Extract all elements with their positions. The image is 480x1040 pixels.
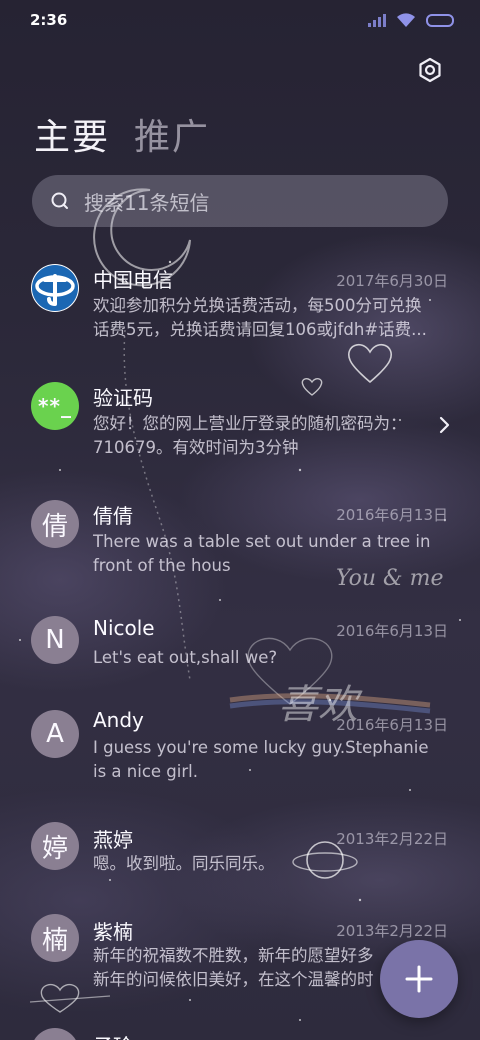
signal-icon xyxy=(368,13,386,27)
chevron-right-icon[interactable] xyxy=(438,416,450,434)
message-date: 2016年6月13日 xyxy=(336,506,448,524)
contact-name: 子珍 xyxy=(93,1030,133,1040)
message-date: 2013年2月22日 xyxy=(336,830,448,848)
message-preview: There was a table set out under a tree i… xyxy=(93,530,449,578)
contact-name: 验证码 xyxy=(93,386,153,410)
avatar: 楠 xyxy=(31,914,79,962)
list-item[interactable]: N Nicole 2016年6月13日 Let's eat out,shall … xyxy=(0,612,480,692)
contact-name: Nicole xyxy=(93,616,155,640)
avatar: 婷 xyxy=(31,822,79,870)
list-item[interactable]: 婷 燕婷 2013年2月22日 嗯。收到啦。同乐同乐。 xyxy=(0,822,480,902)
plus-icon xyxy=(405,965,433,993)
list-item[interactable]: 子珍 xyxy=(0,1028,480,1040)
avatar xyxy=(31,1028,79,1040)
message-date: 2013年2月22日 xyxy=(336,922,448,940)
search-icon xyxy=(51,192,68,209)
tab-promotions[interactable]: 推广 xyxy=(134,108,210,160)
tab-bar: 主要 推广 xyxy=(34,108,210,160)
avatar xyxy=(31,264,79,312)
status-time: 2:36 xyxy=(30,11,68,29)
search-input[interactable]: 搜索11条短信 xyxy=(84,187,209,216)
tab-primary[interactable]: 主要 xyxy=(34,108,110,160)
preview-line: 欢迎参加积分兑换话费活动，每500分可兑换 xyxy=(93,296,422,315)
list-item[interactable]: A Andy 2016年6月13日 I guess you're some lu… xyxy=(0,706,480,806)
contact-name: 燕婷 xyxy=(93,828,133,852)
message-preview: 嗯。收到啦。同乐同乐。 xyxy=(93,852,449,876)
battery-icon xyxy=(426,13,454,27)
list-item[interactable]: 中国电信 2017年6月30日 欢迎参加积分兑换话费活动，每500分可兑换 话费… xyxy=(0,260,480,360)
message-date: 2016年6月13日 xyxy=(336,716,448,734)
avatar: A xyxy=(31,710,79,758)
contact-name: 中国电信 xyxy=(93,268,173,292)
compose-button[interactable] xyxy=(380,940,458,1018)
status-bar: 2:36 xyxy=(0,0,480,40)
contact-name: 紫楠 xyxy=(93,920,133,944)
preview-line: 710679。有效时间为3分钟 xyxy=(93,438,299,457)
status-icons xyxy=(368,12,454,28)
contact-name: 倩倩 xyxy=(93,504,133,528)
preview-line: 嗯。收到啦。同乐同乐。 xyxy=(93,854,275,873)
preview-line: Let's eat out,shall we? xyxy=(93,648,278,667)
contact-name: Andy xyxy=(93,708,144,732)
message-preview: Let's eat out,shall we? xyxy=(93,646,449,670)
message-preview: 您好！您的网上营业厅登录的随机密码为： 710679。有效时间为3分钟 xyxy=(93,412,449,460)
list-item[interactable]: 倩 倩倩 2016年6月13日 There was a table set ou… xyxy=(0,496,480,596)
search-bar[interactable]: 搜索11条短信 xyxy=(32,175,448,227)
message-preview: 欢迎参加积分兑换话费活动，每500分可兑换 话费5元，兑换话费请回复106或jf… xyxy=(93,294,449,342)
list-item[interactable]: **_ 验证码 您好！您的网上营业厅登录的随机密码为： 710679。有效时间为… xyxy=(0,378,480,478)
settings-button[interactable] xyxy=(414,54,446,86)
message-preview: I guess you're some lucky guy.Stephanie … xyxy=(93,736,449,784)
preview-line: I guess you're some lucky guy.Stephanie xyxy=(93,738,429,757)
avatar: 倩 xyxy=(31,500,79,548)
preview-line: 话费5元，兑换话费请回复106或jfdh#话费... xyxy=(93,320,427,339)
avatar: N xyxy=(31,616,79,664)
message-date: 2017年6月30日 xyxy=(336,272,448,290)
avatar: **_ xyxy=(31,382,79,430)
gear-icon xyxy=(419,57,441,83)
preview-line: is a nice girl. xyxy=(93,762,198,781)
preview-line: front of the hous xyxy=(93,556,231,575)
wifi-icon xyxy=(397,12,415,27)
telecom-logo-icon xyxy=(32,265,78,311)
message-date: 2016年6月13日 xyxy=(336,622,448,640)
preview-line: 您好！您的网上营业厅登录的随机密码为： xyxy=(93,414,407,433)
preview-line: There was a table set out under a tree i… xyxy=(93,532,431,551)
